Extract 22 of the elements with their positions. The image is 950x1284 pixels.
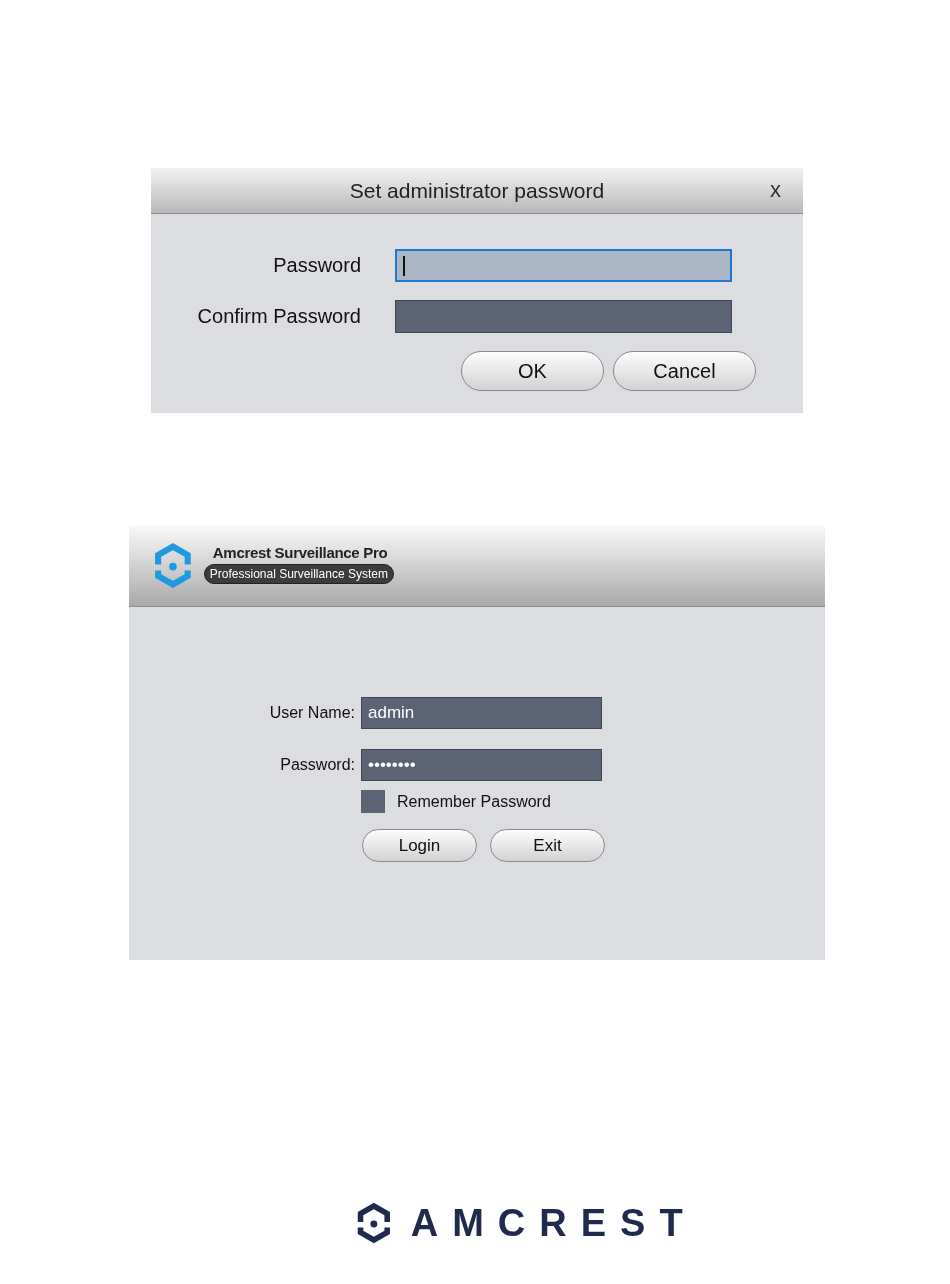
app-subtitle: Professional Surveillance System xyxy=(203,563,394,584)
login-button[interactable]: Login xyxy=(362,829,477,862)
field-label: Confirm Password xyxy=(196,305,361,328)
checkbox[interactable] xyxy=(361,790,385,813)
exit-button[interactable]: Exit xyxy=(490,829,605,862)
checkbox-label: Remember Password xyxy=(397,792,551,811)
ok-button[interactable]: OK xyxy=(461,351,604,391)
password-field[interactable] xyxy=(395,249,732,282)
field-label: Password xyxy=(272,254,361,277)
brand-wordmark: AMCREST xyxy=(410,1201,697,1245)
close-button[interactable]: x xyxy=(766,177,785,203)
username-field[interactable]: admin xyxy=(361,697,602,729)
app-title: Amcrest Surveillance Pro xyxy=(212,543,388,561)
field-label: User Name: xyxy=(268,704,355,722)
text-cursor xyxy=(403,255,405,276)
cancel-button[interactable]: Cancel xyxy=(613,351,756,391)
field-label: Password: xyxy=(279,756,355,774)
hexagon-logo-icon xyxy=(355,1200,393,1246)
hexagon-logo-icon xyxy=(152,540,194,591)
password-field[interactable] xyxy=(395,300,732,333)
password-field[interactable]: •••••••• xyxy=(361,749,602,781)
dialog-title: Set administrator password xyxy=(349,178,605,203)
